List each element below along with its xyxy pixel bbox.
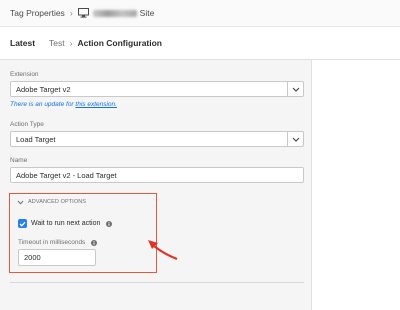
library-tabs: Latest Test › Action Configuration [0,27,400,60]
name-field[interactable]: Adobe Target v2 - Load Target [10,167,304,183]
redacted-property-name [92,9,137,17]
extension-select[interactable]: Adobe Target v2 [10,81,304,97]
wait-label: Wait to run next action [31,220,101,227]
extension-value: Adobe Target v2 [16,84,71,94]
tab-latest[interactable]: Latest [10,38,35,48]
action-type-value: Load Target [16,134,56,144]
advanced-options-toggle[interactable]: ADVANCED OPTIONS [17,199,86,205]
timeout-input[interactable]: 2000 [18,249,96,266]
timeout-label: Timeout in milliseconds [18,239,86,246]
side-panel [313,60,400,310]
chevron-down-icon [17,200,24,205]
breadcrumb: Tag Properties › Site [0,0,400,27]
annotation-arrow-icon [148,240,178,261]
tab-test[interactable]: Test [49,38,65,48]
checkmark-icon [19,221,26,227]
wait-option: Wait to run next action [18,219,113,228]
chevron-down-icon[interactable] [287,82,303,96]
breadcrumb-site[interactable]: Site [140,8,155,18]
info-icon[interactable] [106,220,113,227]
name-label: Name [10,157,28,164]
breadcrumb-tag-properties[interactable]: Tag Properties [10,8,65,18]
tab-separator: › [69,38,73,48]
update-extension-link[interactable]: this extension. [75,101,117,108]
monitor-icon [77,8,89,18]
wait-checkbox[interactable] [18,219,27,228]
chevron-down-icon[interactable] [287,132,303,146]
page-title: Action Configuration [77,38,162,48]
advanced-options-header: ADVANCED OPTIONS [28,199,87,205]
info-icon[interactable] [91,239,98,246]
update-notice-text: There is an update for [10,101,76,108]
action-type-select[interactable]: Load Target [10,131,304,147]
timeout-option: Timeout in milliseconds [18,239,98,246]
update-notice: There is an update for this extension. [10,101,117,108]
action-type-label: Action Type [10,121,44,128]
breadcrumb-separator: › [69,8,73,18]
extension-label: Extension [10,71,39,78]
divider [10,282,304,283]
